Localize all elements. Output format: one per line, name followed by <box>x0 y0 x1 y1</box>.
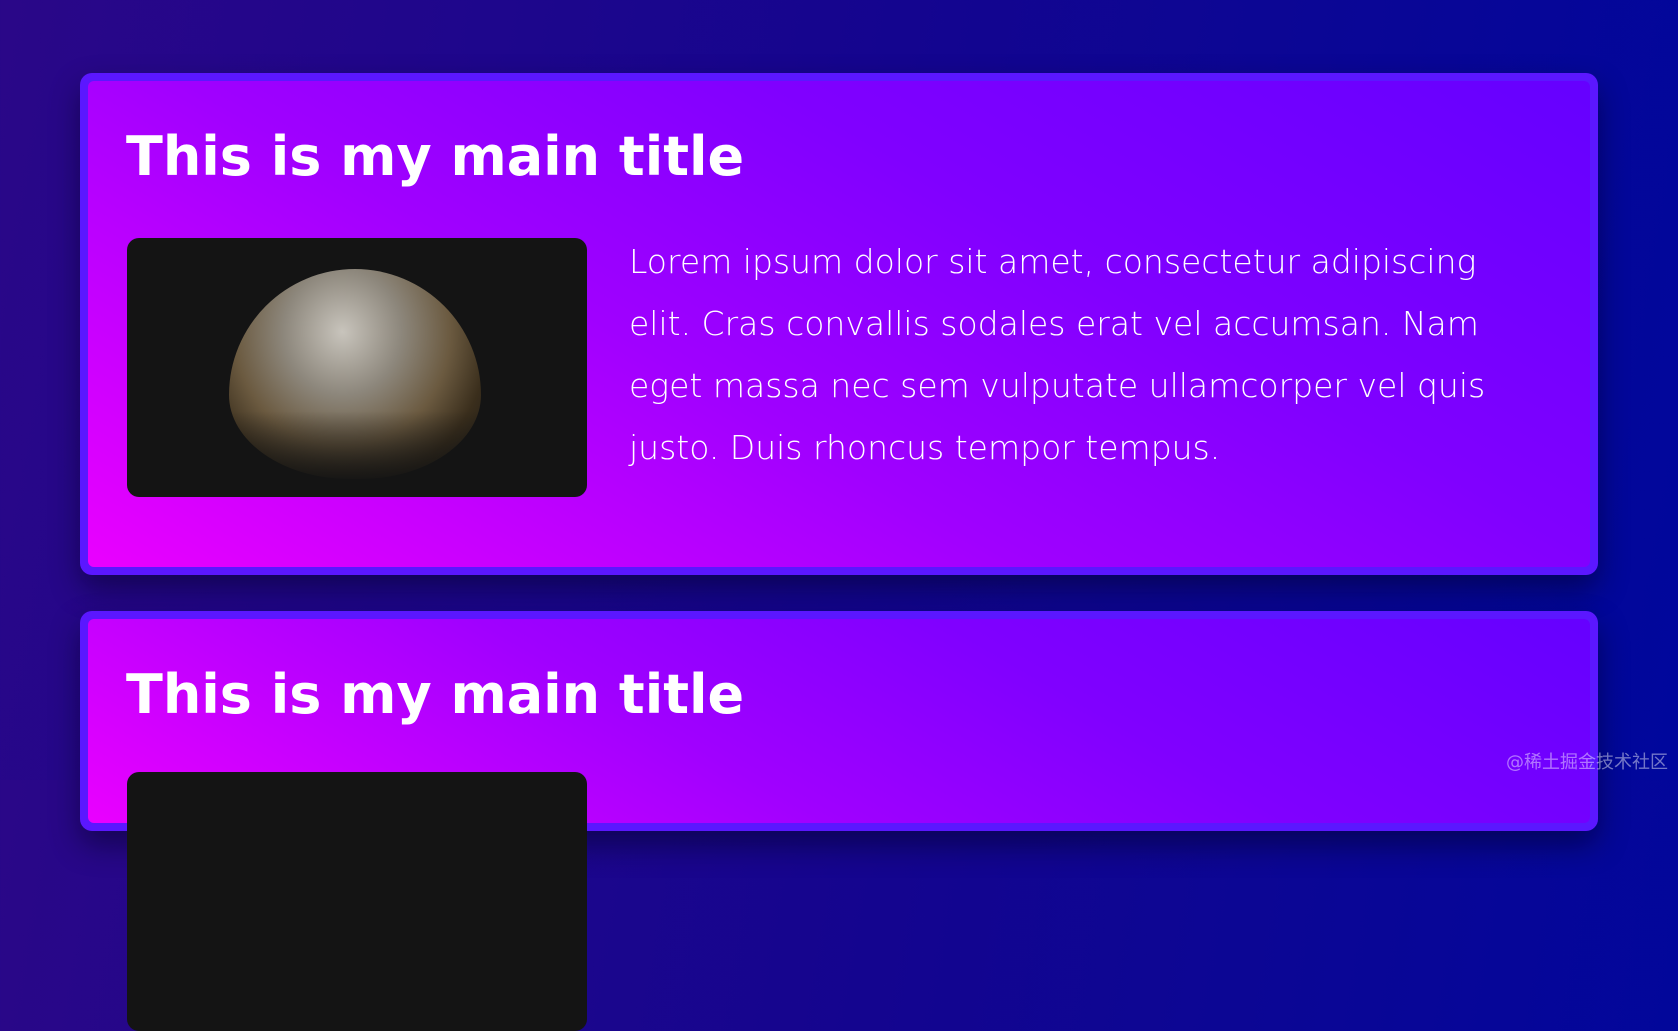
card: This is my main title <box>80 611 1598 1031</box>
card: This is my main title Lorem ipsum dolor … <box>80 73 1598 575</box>
moon-image <box>127 238 587 497</box>
card-text: Lorem ipsum dolor sit amet, consectetur … <box>629 242 1486 467</box>
moon-graphic <box>229 269 481 479</box>
card-title: This is my main title <box>126 663 745 726</box>
card-body: This is my main title Lorem ipsum dolor … <box>88 81 1590 567</box>
card-title: This is my main title <box>126 125 745 188</box>
card-body: This is my main title <box>88 619 1590 1031</box>
watermark: @稀土掘金技术社区 <box>1506 752 1668 773</box>
card-image <box>127 772 587 1031</box>
